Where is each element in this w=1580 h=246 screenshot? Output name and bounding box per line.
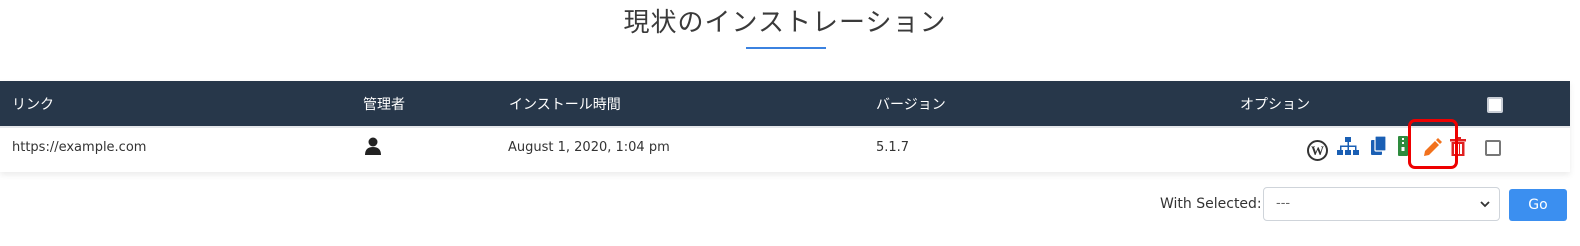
- chevron-down-icon: [1480, 201, 1490, 208]
- archive-icon[interactable]: [1398, 136, 1408, 156]
- bulk-action-selected-value: ---: [1276, 196, 1291, 211]
- header-options: オプション: [1240, 97, 1310, 113]
- wordpress-icon[interactable]: W: [1307, 140, 1328, 161]
- user-icon: [365, 137, 381, 155]
- row-link[interactable]: https://example.com: [12, 140, 146, 155]
- header-version: バージョン: [876, 97, 946, 113]
- row-install-time: August 1, 2020, 1:04 pm: [508, 140, 670, 155]
- with-selected-label: With Selected:: [1160, 196, 1262, 212]
- table-row: https://example.com August 1, 2020, 1:04…: [0, 126, 1570, 172]
- row-version: 5.1.7: [876, 140, 910, 155]
- installations-table: リンク 管理者 インストール時間 バージョン オプション https://exa…: [0, 81, 1570, 172]
- bulk-action-select[interactable]: ---: [1263, 187, 1500, 221]
- row-checkbox[interactable]: [1485, 140, 1501, 156]
- header-install-time: インストール時間: [509, 97, 621, 113]
- edit-highlight-box: [1408, 119, 1458, 169]
- copy-icon[interactable]: [1371, 136, 1387, 156]
- sitemap-icon[interactable]: [1337, 137, 1359, 157]
- header-link: リンク: [12, 97, 54, 113]
- select-all-checkbox[interactable]: [1487, 97, 1503, 113]
- page-title: 現状のインストレーション: [623, 8, 947, 38]
- title-underline: [746, 47, 826, 49]
- go-button[interactable]: Go: [1509, 189, 1567, 221]
- header-admin: 管理者: [363, 97, 405, 113]
- svg-text:W: W: [1311, 143, 1324, 158]
- table-header: リンク 管理者 インストール時間 バージョン オプション: [0, 81, 1570, 126]
